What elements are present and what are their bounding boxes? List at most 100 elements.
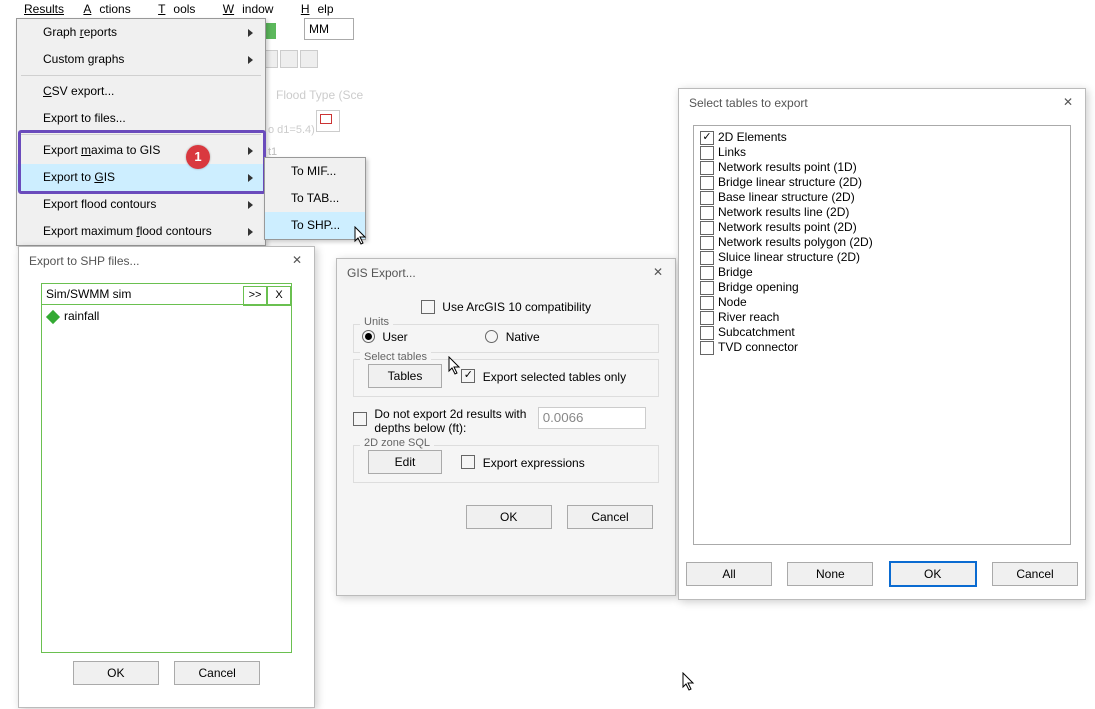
- bg-tool-icon: [316, 110, 340, 132]
- close-icon[interactable]: ✕: [1059, 93, 1077, 111]
- table-row[interactable]: TVD connector: [700, 340, 1064, 355]
- close-icon[interactable]: ✕: [288, 251, 306, 269]
- menu-sep: [21, 134, 261, 135]
- none-button[interactable]: None: [787, 562, 873, 586]
- table-label: Bridge linear structure (2D): [718, 175, 862, 189]
- export-selected-checkbox[interactable]: [461, 369, 475, 383]
- table-checkbox[interactable]: [700, 341, 714, 355]
- cancel-button[interactable]: Cancel: [992, 562, 1078, 586]
- gis-export-dialog: GIS Export... ✕ Use ArcGIS 10 compatibil…: [336, 258, 676, 596]
- menu-results[interactable]: Results: [16, 2, 72, 16]
- units-group: Units User Native: [353, 324, 659, 353]
- radio-native-label: Native: [506, 330, 540, 344]
- table-checkbox[interactable]: [700, 221, 714, 235]
- table-row[interactable]: Network results point (1D): [700, 160, 1064, 175]
- table-checkbox[interactable]: [700, 191, 714, 205]
- table-checkbox[interactable]: [700, 161, 714, 175]
- table-row[interactable]: Bridge linear structure (2D): [700, 175, 1064, 190]
- export-gis-submenu[interactable]: To MIF... To TAB... To SHP...: [264, 157, 366, 240]
- table-row[interactable]: Bridge: [700, 265, 1064, 280]
- path-close-btn[interactable]: X: [267, 286, 291, 306]
- table-row[interactable]: Bridge opening: [700, 280, 1064, 295]
- depth-label: Do not export 2d results with depths bel…: [374, 407, 534, 435]
- radio-user[interactable]: [362, 330, 375, 343]
- table-label: Base linear structure (2D): [718, 190, 855, 204]
- menubar[interactable]: Results Actions Tools Window Help: [16, 0, 350, 18]
- table-row[interactable]: Network results polygon (2D): [700, 235, 1064, 250]
- table-label: 2D Elements: [718, 130, 787, 144]
- mi-export-files[interactable]: Export to files...: [17, 105, 265, 132]
- table-checkbox[interactable]: [700, 311, 714, 325]
- rainfall-icon: [46, 310, 60, 324]
- table-label: Network results point (1D): [718, 160, 857, 174]
- all-button[interactable]: All: [686, 562, 772, 586]
- mi-max-flood-contours[interactable]: Export maximum flood contours: [17, 218, 265, 245]
- sim-item-rainfall[interactable]: rainfall: [42, 305, 291, 327]
- table-checkbox[interactable]: [700, 296, 714, 310]
- table-checkbox[interactable]: [700, 236, 714, 250]
- sql-group: 2D zone SQL Edit Export expressions: [353, 445, 659, 483]
- mi-to-shp[interactable]: To SHP...: [265, 212, 365, 239]
- arcgis-checkbox[interactable]: [421, 300, 435, 314]
- table-label: Node: [718, 295, 747, 309]
- table-checkbox[interactable]: [700, 146, 714, 160]
- radio-native[interactable]: [485, 330, 498, 343]
- units-field[interactable]: MM: [304, 18, 354, 40]
- close-icon[interactable]: ✕: [649, 263, 667, 281]
- sim-path[interactable]: Sim/SWMM sim >> X: [42, 284, 291, 305]
- table-checkbox[interactable]: [700, 176, 714, 190]
- menu-window[interactable]: Window: [215, 2, 290, 16]
- tool-icon-2[interactable]: [280, 50, 298, 68]
- mi-to-tab[interactable]: To TAB...: [265, 185, 365, 212]
- results-menu[interactable]: Graph reports Custom graphs CSV export..…: [16, 18, 266, 246]
- tables-group: Select tables Tables Export selected tab…: [353, 359, 659, 397]
- table-checkbox[interactable]: [700, 251, 714, 265]
- menu-actions-txt: ctions: [91, 2, 138, 16]
- arcgis-label: Use ArcGIS 10 compatibility: [442, 300, 591, 314]
- ok-button[interactable]: OK: [466, 505, 552, 529]
- cancel-button[interactable]: Cancel: [174, 661, 260, 685]
- cancel-button[interactable]: Cancel: [567, 505, 653, 529]
- table-label: Links: [718, 145, 746, 159]
- table-row[interactable]: 2D Elements: [700, 130, 1064, 145]
- table-row[interactable]: Links: [700, 145, 1064, 160]
- cursor-icon: [682, 672, 696, 692]
- tool-icon-3[interactable]: [300, 50, 318, 68]
- table-checkbox[interactable]: [700, 281, 714, 295]
- table-checkbox[interactable]: [700, 326, 714, 340]
- table-row[interactable]: Network results point (2D): [700, 220, 1064, 235]
- table-label: Sluice linear structure (2D): [718, 250, 860, 264]
- table-checkbox[interactable]: [700, 266, 714, 280]
- mi-flood-contours[interactable]: Export flood contours: [17, 191, 265, 218]
- expr-checkbox[interactable]: [461, 455, 475, 469]
- mi-export-gis[interactable]: Export to GIS: [17, 164, 265, 191]
- table-row[interactable]: Subcatchment: [700, 325, 1064, 340]
- tables-list[interactable]: 2D ElementsLinksNetwork results point (1…: [693, 125, 1071, 545]
- select-tables-dialog: Select tables to export ✕ 2D ElementsLin…: [678, 88, 1086, 600]
- menu-actions[interactable]: Actions: [75, 2, 146, 16]
- edit-button[interactable]: Edit: [368, 450, 442, 474]
- table-row[interactable]: River reach: [700, 310, 1064, 325]
- mi-export-maxima[interactable]: Export maxima to GIS: [17, 137, 265, 164]
- expr-label: Export expressions: [483, 455, 585, 469]
- mi-to-mif[interactable]: To MIF...: [265, 158, 365, 185]
- toolbar-icons-2[interactable]: [260, 48, 318, 70]
- table-row[interactable]: Base linear structure (2D): [700, 190, 1064, 205]
- mi-graph-reports[interactable]: Graph reports: [17, 19, 265, 46]
- table-checkbox[interactable]: [700, 206, 714, 220]
- mi-csv-export[interactable]: CSV export...: [17, 78, 265, 105]
- mi-custom-graphs[interactable]: Custom graphs: [17, 46, 265, 73]
- depth-checkbox[interactable]: [353, 412, 367, 426]
- path-expand-btn[interactable]: >>: [243, 286, 267, 306]
- table-row[interactable]: Network results line (2D): [700, 205, 1064, 220]
- table-row[interactable]: Node: [700, 295, 1064, 310]
- table-checkbox[interactable]: [700, 131, 714, 145]
- ok-button[interactable]: OK: [889, 561, 977, 587]
- radio-user-label: User: [382, 330, 407, 344]
- menu-help[interactable]: Help: [293, 2, 350, 16]
- tables-button[interactable]: Tables: [368, 364, 442, 388]
- table-row[interactable]: Sluice linear structure (2D): [700, 250, 1064, 265]
- menu-tools[interactable]: Tools: [150, 2, 211, 16]
- ok-button[interactable]: OK: [73, 661, 159, 685]
- depth-input[interactable]: [538, 407, 646, 429]
